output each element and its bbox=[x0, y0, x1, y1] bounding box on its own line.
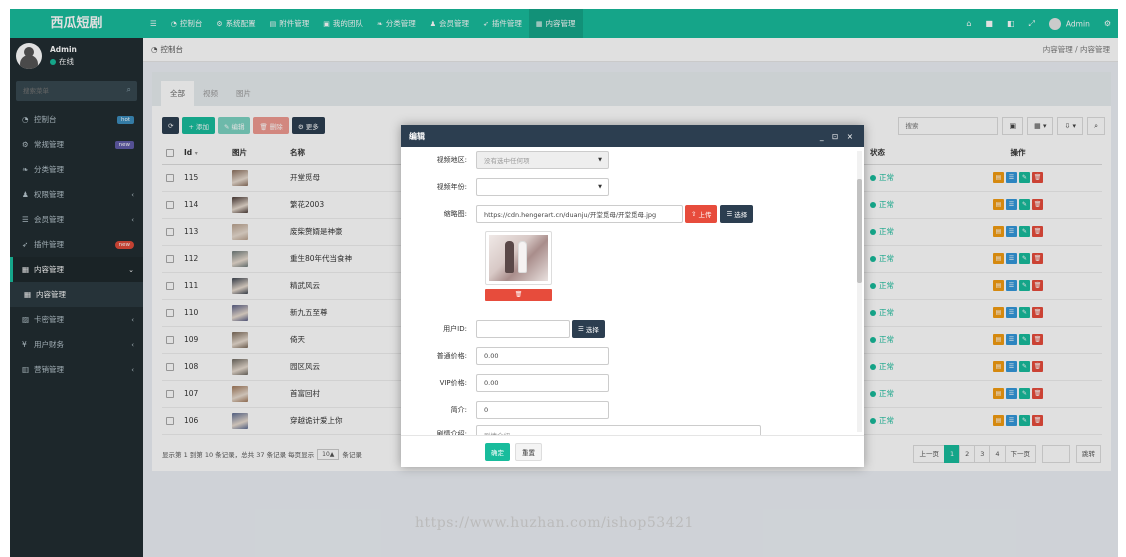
user-label: 用户ID: bbox=[443, 325, 467, 333]
user-id-input[interactable] bbox=[476, 320, 570, 338]
year-label: 视频年份: bbox=[436, 183, 467, 191]
plot-row: 剧情介绍: 剧情介绍 bbox=[401, 425, 852, 436]
dialog-footer: 确定 重置 bbox=[485, 436, 542, 467]
scrollbar-thumb[interactable] bbox=[857, 179, 862, 283]
cover-row: 缩略图: https://cdn.hengerart.cn/duanju/开堂觅… bbox=[401, 204, 852, 224]
cover-preview bbox=[485, 231, 552, 285]
figure-shape bbox=[518, 241, 527, 273]
select-image-button[interactable]: ☰ 选择 bbox=[720, 205, 754, 223]
region-label: 视频地区: bbox=[436, 156, 467, 164]
cover-image bbox=[489, 235, 548, 281]
select-label: 选择 bbox=[585, 326, 599, 334]
dialog-scrollbar[interactable] bbox=[857, 151, 862, 432]
window-controls[interactable]: _ ⊡ × bbox=[820, 132, 856, 141]
select-label: 选择 bbox=[734, 211, 748, 219]
user-row: 用户ID: ☰ 选择 bbox=[401, 319, 852, 339]
region-row: 视频地区: 没有选中任何项 bbox=[401, 150, 852, 170]
year-select[interactable] bbox=[476, 178, 609, 196]
cover-url-input[interactable]: https://cdn.hengerart.cn/duanju/开堂觅母/开堂觅… bbox=[476, 205, 683, 223]
trash-icon: 🗑 bbox=[514, 291, 523, 298]
plot-label: 剧情介绍: bbox=[436, 430, 467, 436]
delete-image-button[interactable]: 🗑 bbox=[485, 289, 552, 301]
confirm-button[interactable]: 确定 bbox=[485, 442, 510, 461]
list-icon: ☰ bbox=[726, 210, 733, 218]
edit-dialog: 编辑 _ ⊡ × 视频地区: 没有选中任何项 视频年份: 缩略图: https:… bbox=[401, 125, 864, 467]
watermark: https://www.huzhan.com/ishop53421 bbox=[415, 515, 694, 531]
app-root: 西瓜短剧 ☰ ◔ 控制台 ⚙ 系统配置 ▤ 附件管理 ▣ 我的团队 ❧ 分类管理 ♟ 会员管… bbox=[10, 9, 1118, 557]
dialog-body: 视频地区: 没有选中任何项 视频年份: 缩略图: https://cdn.hen… bbox=[401, 147, 864, 436]
year-row: 视频年份: bbox=[401, 177, 852, 197]
plot-textarea[interactable]: 剧情介绍 bbox=[476, 425, 761, 435]
region-select[interactable]: 没有选中任何项 bbox=[476, 151, 609, 169]
intro-row: 简介: 0 bbox=[401, 400, 852, 420]
list-icon: ☰ bbox=[578, 325, 584, 333]
reset-button[interactable]: 重置 bbox=[515, 442, 542, 461]
upload-icon: ⇧ bbox=[691, 210, 697, 218]
dialog-header: 编辑 _ ⊡ × bbox=[401, 125, 864, 147]
vip-price-row: VIP价格: 0.00 bbox=[401, 373, 852, 393]
vip-price-input[interactable]: 0.00 bbox=[476, 374, 609, 392]
select-user-button[interactable]: ☰ 选择 bbox=[572, 320, 605, 338]
dialog-title: 编辑 bbox=[409, 131, 425, 141]
intro-label: 简介: bbox=[450, 406, 467, 414]
upload-label: 上传 bbox=[698, 211, 712, 219]
cover-label: 缩略图: bbox=[443, 210, 467, 218]
price-input[interactable]: 0.00 bbox=[476, 347, 609, 365]
upload-button[interactable]: ⇧ 上传 bbox=[685, 205, 718, 223]
intro-input[interactable]: 0 bbox=[476, 401, 609, 419]
figure-shape bbox=[505, 241, 514, 273]
price-row: 普通价格: 0.00 bbox=[401, 346, 852, 366]
price-label: 普通价格: bbox=[436, 352, 467, 360]
vip-price-label: VIP价格: bbox=[439, 379, 467, 387]
